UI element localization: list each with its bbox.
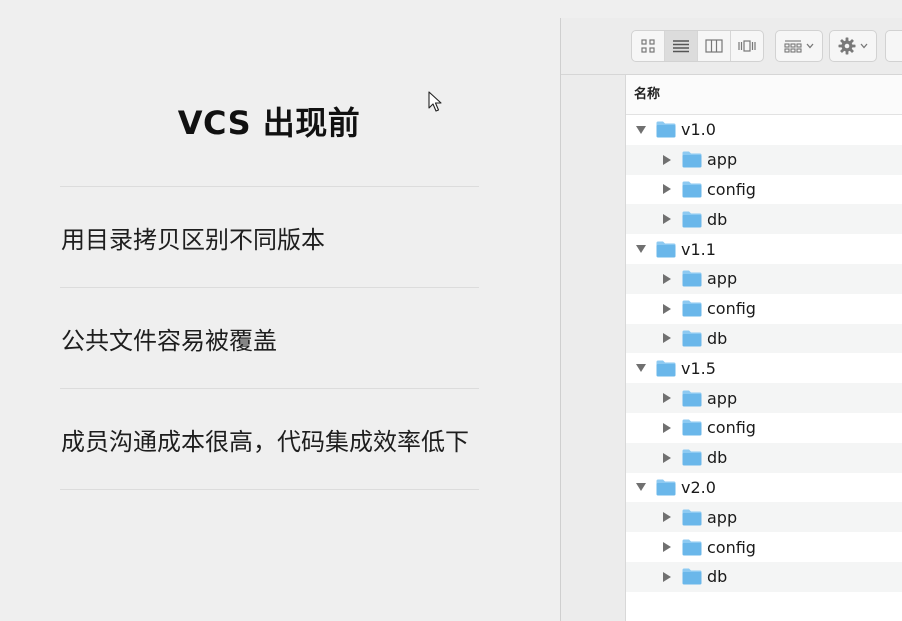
toolbar-button-partial[interactable] [885, 30, 902, 62]
subfolder-row[interactable]: config [626, 294, 902, 324]
disclosure-collapsed-icon[interactable] [662, 571, 672, 582]
subfolder-row[interactable]: db [626, 442, 902, 473]
disclosure-collapsed-icon[interactable] [662, 512, 672, 523]
folder-icon [682, 151, 702, 168]
disclosure-expanded-icon[interactable] [636, 363, 646, 373]
subfolder-row[interactable]: db [626, 204, 902, 235]
icon-view-icon[interactable] [632, 31, 665, 61]
folder-name: app [707, 150, 738, 170]
folder-row[interactable]: v2.0 [626, 473, 902, 503]
folder-name: app [707, 269, 738, 289]
folder-row[interactable]: v1.1 [626, 234, 902, 264]
subfolder-row[interactable]: db [626, 561, 902, 592]
folder-icon [682, 181, 702, 198]
disclosure-collapsed-icon[interactable] [662, 303, 672, 314]
disclosure-collapsed-icon[interactable] [662, 214, 672, 225]
bullet-item: 用目录拷贝区别不同版本 [60, 187, 479, 288]
gear-icon [838, 37, 856, 55]
disclosure-collapsed-icon[interactable] [662, 542, 672, 553]
folder-row[interactable]: v1.0 [626, 115, 902, 145]
subfolder-row[interactable]: app [626, 263, 902, 294]
finder-window: 名称 v1.0 app config db v1.1 app config db v1.5 app… [560, 18, 902, 621]
file-list: 名称 v1.0 app config db v1.1 app config db v1.5 app… [626, 75, 902, 621]
subfolder-row[interactable]: config [626, 532, 902, 562]
disclosure-collapsed-icon[interactable] [662, 393, 672, 404]
folder-name: config [707, 179, 756, 199]
column-view-icon[interactable] [698, 31, 731, 61]
folder-icon [656, 121, 676, 138]
sidebar [561, 75, 626, 621]
folder-icon [656, 241, 676, 258]
folder-name: db [707, 567, 728, 587]
chevron-down-icon [860, 43, 868, 49]
slide-panel: VCS 出现前 用目录拷贝区别不同版本 公共文件容易被覆盖 成员沟通成本很高，代… [0, 0, 560, 621]
mouse-pointer-icon [428, 91, 442, 112]
bullet-item: 公共文件容易被覆盖 [60, 288, 479, 389]
folder-icon [682, 419, 702, 436]
cover-flow-icon[interactable] [731, 31, 763, 61]
folder-name: v2.0 [681, 477, 716, 497]
group-by-button[interactable] [775, 30, 823, 62]
subfolder-row[interactable]: app [626, 502, 902, 533]
subfolder-row[interactable]: db [626, 323, 902, 354]
disclosure-collapsed-icon[interactable] [662, 273, 672, 284]
folder-name: v1.5 [681, 358, 716, 378]
folder-icon [682, 568, 702, 585]
folder-icon [682, 300, 702, 317]
file-rows: v1.0 app config db v1.1 app config db v1.5 app con… [626, 115, 902, 592]
disclosure-expanded-icon[interactable] [636, 244, 646, 254]
folder-row[interactable]: v1.5 [626, 353, 902, 383]
list-view-icon[interactable] [665, 31, 698, 61]
folder-name: app [707, 507, 738, 527]
folder-icon [682, 211, 702, 228]
subfolder-row[interactable]: app [626, 144, 902, 175]
column-header-name[interactable]: 名称 [626, 75, 902, 115]
bullet-item: 成员沟通成本很高，代码集成效率低下 [60, 389, 479, 490]
chevron-down-icon [806, 43, 814, 49]
subfolder-row[interactable]: config [626, 413, 902, 443]
subfolder-row[interactable]: config [626, 175, 902, 205]
action-button[interactable] [829, 30, 877, 62]
folder-name: db [707, 328, 728, 348]
folder-name: config [707, 537, 756, 557]
folder-icon [682, 390, 702, 407]
disclosure-collapsed-icon[interactable] [662, 333, 672, 344]
finder-toolbar [561, 18, 902, 75]
view-mode-segment [631, 30, 764, 62]
folder-icon [682, 330, 702, 347]
folder-name: config [707, 418, 756, 438]
folder-name: v1.0 [681, 120, 716, 140]
disclosure-collapsed-icon[interactable] [662, 184, 672, 195]
slide-title: VCS 出现前 [177, 104, 361, 142]
disclosure-collapsed-icon[interactable] [662, 422, 672, 433]
folder-name: db [707, 448, 728, 468]
folder-icon [682, 270, 702, 287]
folder-name: app [707, 388, 738, 408]
folder-name: config [707, 299, 756, 319]
folder-icon [656, 360, 676, 377]
group-by-icon [784, 40, 802, 53]
folder-name: v1.1 [681, 239, 716, 259]
disclosure-expanded-icon[interactable] [636, 125, 646, 135]
folder-icon [656, 479, 676, 496]
disclosure-expanded-icon[interactable] [636, 482, 646, 492]
disclosure-collapsed-icon[interactable] [662, 452, 672, 463]
folder-name: db [707, 209, 728, 229]
disclosure-collapsed-icon[interactable] [662, 154, 672, 165]
folder-icon [682, 509, 702, 526]
subfolder-row[interactable]: app [626, 383, 902, 413]
folder-icon [682, 539, 702, 556]
bullet-list: 用目录拷贝区别不同版本 公共文件容易被覆盖 成员沟通成本很高，代码集成效率低下 [60, 186, 479, 490]
folder-icon [682, 449, 702, 466]
